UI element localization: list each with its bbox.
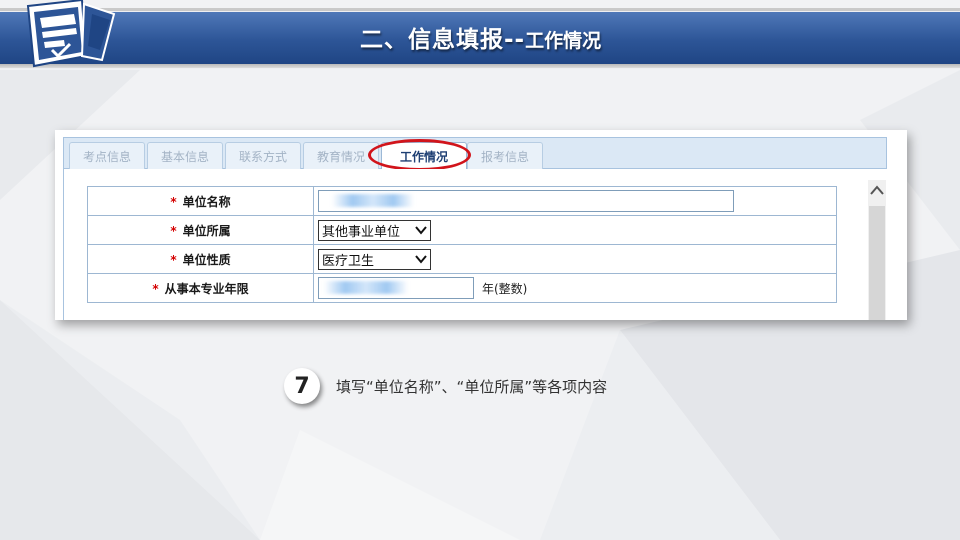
cell-unit-affiliation: 其他事业单位	[313, 215, 837, 245]
cell-unit-nature: 医疗卫生	[313, 244, 837, 274]
tab-label: 考点信息	[82, 149, 131, 164]
cell-years: 年(整数)	[313, 273, 837, 303]
chevron-up-icon[interactable]	[868, 180, 886, 202]
unit-affiliation-select[interactable]: 其他事业单位	[318, 219, 431, 241]
page-title-main: 二、信息填报--	[360, 27, 526, 53]
form-row-unit-name: * 单位名称	[87, 186, 837, 216]
header-bottom-line	[0, 64, 960, 68]
required-mark: *	[170, 223, 177, 238]
tab-bar: 考点信息 基本信息 联系方式 教育情况 工作情况 报考信息	[63, 137, 887, 169]
screenshot-panel: 考点信息 基本信息 联系方式 教育情况 工作情况 报考信息 * 单位名称 * 单位所…	[55, 130, 907, 320]
required-mark: *	[152, 281, 159, 296]
step-number-badge: 7	[284, 368, 320, 404]
step-number: 7	[294, 373, 310, 399]
tab-registration[interactable]: 报考信息	[467, 142, 543, 169]
required-mark: *	[170, 194, 177, 209]
unit-nature-select[interactable]: 医疗卫生	[318, 248, 431, 270]
tab-label: 报考信息	[480, 149, 529, 164]
label-text: 单位所属	[182, 223, 231, 238]
page-title: 二、信息填报-- 工作情况	[360, 20, 601, 56]
tab-exam-site[interactable]: 考点信息	[69, 142, 145, 169]
redacted-text	[332, 194, 414, 207]
step-instruction: 填写“单位名称”、“单位所属”等各项内容	[336, 378, 608, 396]
years-unit-label: 年(整数)	[482, 281, 528, 296]
tab-label: 联系方式	[238, 149, 287, 164]
label-unit-affiliation: * 单位所属	[87, 215, 314, 245]
select-value: 其他事业单位	[322, 224, 401, 240]
chevron-down-icon	[415, 226, 427, 235]
scroll-thumb[interactable]	[869, 206, 885, 320]
label-text: 单位性质	[182, 252, 231, 267]
redacted-text	[324, 281, 408, 294]
form-row-unit-nature: * 单位性质 医疗卫生	[87, 244, 837, 274]
unit-name-wrap	[318, 190, 734, 212]
vertical-scrollbar[interactable]	[868, 180, 886, 320]
label-years: * 从事本专业年限	[87, 273, 314, 303]
work-info-form: * 单位名称 * 单位所属 其他事业单位 * 单位性质 医疗卫生 * 从事本专业…	[87, 186, 837, 303]
form-content-area: * 单位名称 * 单位所属 其他事业单位 * 单位性质 医疗卫生 * 从事本专业…	[63, 169, 887, 320]
cell-unit-name	[313, 186, 837, 216]
header-top-line	[0, 8, 960, 11]
label-unit-name: * 单位名称	[87, 186, 314, 216]
certificate-book-icon	[26, 0, 116, 68]
label-text: 从事本专业年限	[164, 281, 249, 296]
page-title-sub: 工作情况	[525, 30, 602, 52]
form-row-unit-affiliation: * 单位所属 其他事业单位	[87, 215, 837, 245]
required-mark: *	[170, 252, 177, 267]
tab-basic-info[interactable]: 基本信息	[147, 142, 223, 169]
highlight-ellipse	[368, 139, 471, 171]
tab-label: 教育情况	[316, 149, 365, 164]
select-value: 医疗卫生	[322, 253, 375, 269]
tab-label: 基本信息	[160, 149, 209, 164]
label-text: 单位名称	[182, 194, 231, 209]
label-unit-nature: * 单位性质	[87, 244, 314, 274]
form-row-years: * 从事本专业年限 年(整数)	[87, 273, 837, 303]
years-wrap: 年(整数)	[318, 277, 836, 299]
tab-contact[interactable]: 联系方式	[225, 142, 301, 169]
chevron-down-icon	[415, 255, 427, 264]
years-input-wrap	[318, 277, 474, 299]
